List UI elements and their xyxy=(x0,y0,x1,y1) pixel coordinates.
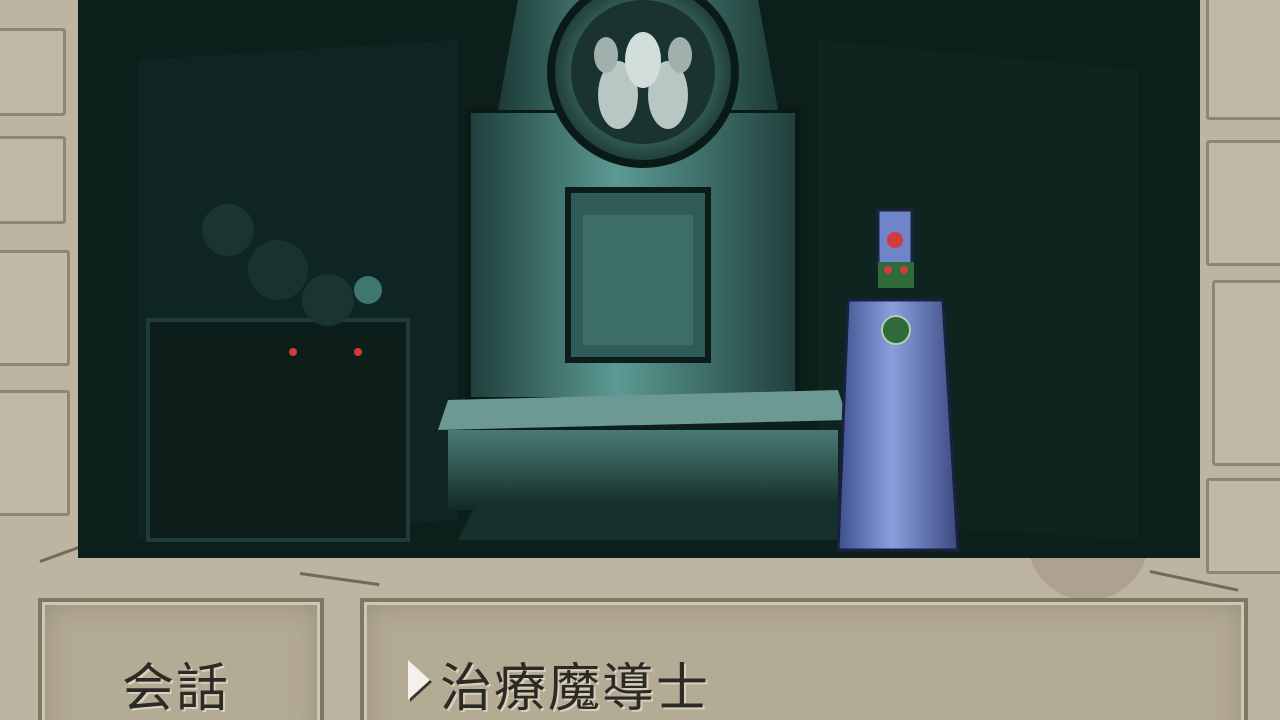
scene-artwork xyxy=(78,0,1200,558)
stone-brick xyxy=(1206,140,1280,266)
stone-brick xyxy=(0,390,70,516)
stone-brick xyxy=(1206,478,1280,574)
stone-brick xyxy=(0,250,70,366)
target-name-option[interactable]: 治療魔導士 xyxy=(440,646,710,720)
triangle-cursor-icon xyxy=(408,660,430,700)
scene-viewport xyxy=(78,0,1200,558)
stone-brick xyxy=(0,136,66,224)
game-screen: 会話 治療魔導士 xyxy=(0,0,1280,720)
stone-brick xyxy=(1212,280,1280,466)
stone-crack xyxy=(299,572,380,587)
stone-brick xyxy=(1206,0,1280,120)
talk-command-label[interactable]: 会話 xyxy=(122,646,230,720)
command-panel[interactable]: 会話 xyxy=(38,598,324,720)
stone-brick xyxy=(0,28,66,116)
target-panel: 治療魔導士 xyxy=(360,598,1248,720)
